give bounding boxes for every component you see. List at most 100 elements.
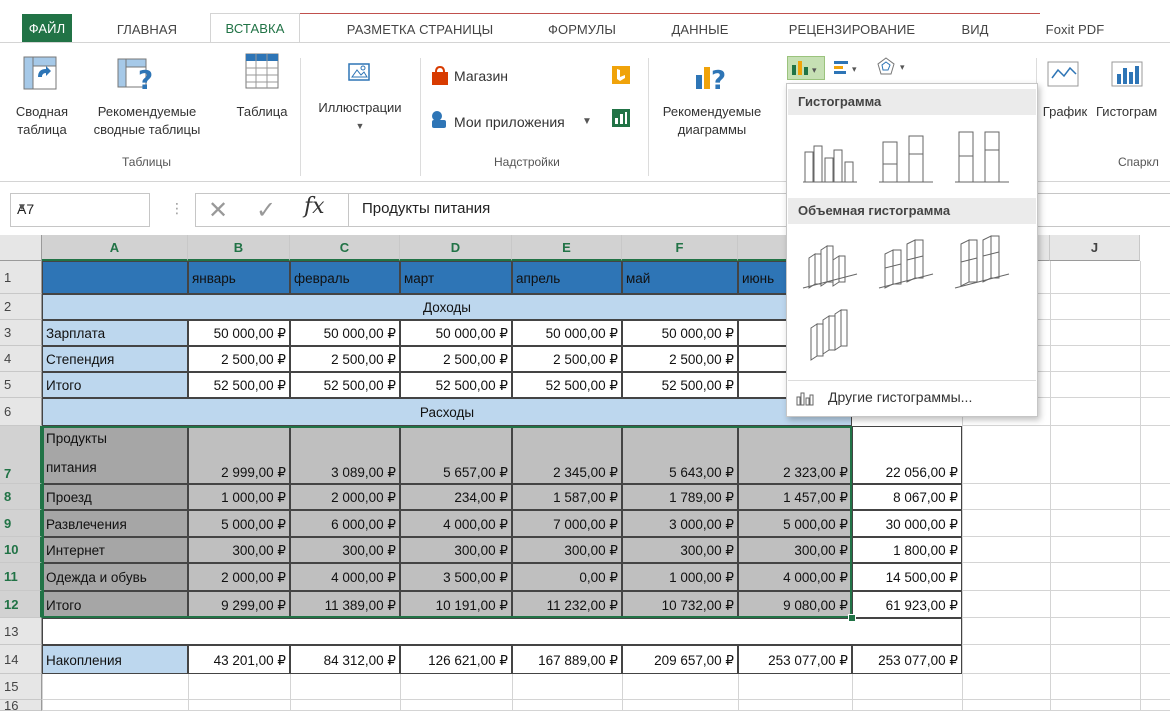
row-header-2[interactable]: 2 <box>0 294 42 320</box>
row-header-12[interactable]: 12 <box>0 591 42 618</box>
my-apps-icon[interactable] <box>430 109 450 129</box>
formula-input[interactable]: Продукты питания <box>362 200 490 217</box>
expense-title: Расходы <box>42 398 852 426</box>
table-icon[interactable] <box>244 52 280 92</box>
income-value: 50 000,00 ₽ <box>622 320 738 346</box>
people-graph-icon[interactable] <box>612 109 630 127</box>
tab-data[interactable]: ДАННЫЕ <box>660 18 740 42</box>
radar-chart-dropdown-icon[interactable]: ▾ <box>876 56 916 78</box>
row-header-7[interactable]: 7 <box>0 426 42 484</box>
column-chart-dropdown-button[interactable]: ▾ <box>787 56 825 80</box>
recommended-pivot-label-1: Рекомендуемые <box>97 104 197 119</box>
tab-review[interactable]: РЕЦЕНЗИРОВАНИЕ <box>764 18 940 42</box>
column-header-a[interactable]: A <box>42 235 188 261</box>
column-header-e[interactable]: E <box>512 235 622 261</box>
svg-text:▾: ▾ <box>852 65 857 75</box>
expense-value: 1 587,00 ₽ <box>512 484 622 510</box>
stacked-column-option[interactable] <box>877 128 935 186</box>
store-button[interactable]: Магазин <box>454 67 508 85</box>
my-apps-dropdown-icon[interactable]: ▼ <box>582 113 592 131</box>
insert-function-icon[interactable]: fx <box>304 194 325 219</box>
line-sparkline-icon[interactable] <box>1046 58 1082 90</box>
row-header-8[interactable]: 8 <box>0 484 42 510</box>
column-sparkline-icon[interactable] <box>1110 58 1146 90</box>
column-header-b[interactable]: B <box>188 235 290 261</box>
gridline <box>962 536 1170 537</box>
illustrations-button[interactable]: Иллюстрации ▼ <box>304 99 416 135</box>
expense-value: 10 732,00 ₽ <box>622 591 738 618</box>
3d-clustered-column-option[interactable] <box>801 232 859 290</box>
recommended-charts-label-1: Рекомендуемые <box>662 104 762 119</box>
income-value: 2 500,00 ₽ <box>400 346 512 372</box>
more-column-charts-link[interactable]: Другие гистограммы... <box>788 384 1036 410</box>
illustrations-icon[interactable] <box>346 58 374 86</box>
pivot-table-label-2: таблица <box>17 122 67 137</box>
row-header-9[interactable]: 9 <box>0 510 42 537</box>
gridline <box>1050 261 1051 711</box>
svg-text:▾: ▾ <box>812 66 817 76</box>
column-header-f[interactable]: F <box>622 235 738 261</box>
tab-formulas[interactable]: ФОРМУЛЫ <box>530 18 634 42</box>
tab-home[interactable]: ГЛАВНАЯ <box>100 18 194 42</box>
expense-value: 0,00 ₽ <box>512 563 622 591</box>
row-header-3[interactable]: 3 <box>0 320 42 346</box>
recommended-charts-icon[interactable]: ? <box>692 55 732 96</box>
name-box[interactable]: A7 ▼ <box>10 193 150 227</box>
table-button[interactable]: Таблица <box>226 103 298 121</box>
clustered-column-option[interactable] <box>801 128 859 186</box>
formula-bar-grip-icon: ⋮ <box>170 200 184 216</box>
recommended-charts-button[interactable]: Рекомендуемые диаграммы <box>652 103 772 139</box>
pivot-table-button[interactable]: Сводная таблица <box>2 103 82 139</box>
row-header-16[interactable]: 16 <box>0 699 42 712</box>
fill-handle[interactable] <box>848 614 856 622</box>
row-header-13[interactable]: 13 <box>0 618 42 645</box>
line-sparkline-button[interactable]: График <box>1040 103 1090 121</box>
row-header-5[interactable]: 5 <box>0 372 42 398</box>
column-header-d[interactable]: D <box>400 235 512 261</box>
expense-value: 1 457,00 ₽ <box>738 484 852 510</box>
tab-page-layout[interactable]: РАЗМЕТКА СТРАНИЦЫ <box>320 18 520 42</box>
100-stacked-column-option[interactable] <box>953 128 1011 186</box>
month-header: март <box>400 261 512 294</box>
gridline <box>852 674 853 711</box>
tab-view[interactable]: ВИД <box>950 18 1000 42</box>
column-sparkline-button[interactable]: Гистограм <box>1096 103 1170 121</box>
column-header-c[interactable]: C <box>290 235 400 261</box>
row-header-1[interactable]: 1 <box>0 261 42 294</box>
row-header-4[interactable]: 4 <box>0 346 42 372</box>
income-value: 52 500,00 ₽ <box>290 372 400 398</box>
tab-insert[interactable]: ВСТАВКА <box>210 13 300 44</box>
tab-file[interactable]: ФАЙЛ <box>22 14 72 42</box>
pivot-table-icon[interactable] <box>22 55 58 91</box>
row-header-10[interactable]: 10 <box>0 537 42 563</box>
3d-stacked-column-option[interactable] <box>877 232 935 290</box>
recommended-charts-label-2: диаграммы <box>677 122 747 137</box>
income-label: Зарплата <box>42 320 188 346</box>
store-icon[interactable] <box>430 65 450 86</box>
3d-column-option[interactable] <box>801 306 859 364</box>
name-box-dropdown-icon[interactable]: ▼ <box>17 202 139 213</box>
row-header-6[interactable]: 6 <box>0 398 42 426</box>
my-apps-button[interactable]: Мои приложения <box>454 113 565 131</box>
row-header-11[interactable]: 11 <box>0 563 42 591</box>
tab-foxit-pdf[interactable]: Foxit PDF <box>1030 18 1120 42</box>
savings-value: 167 889,00 ₽ <box>512 645 622 674</box>
3d-100-stacked-column-option[interactable] <box>953 232 1011 290</box>
cancel-icon[interactable]: ✕ <box>208 196 228 225</box>
expense-value: 11 389,00 ₽ <box>290 591 400 618</box>
row-header-14[interactable]: 14 <box>0 645 42 674</box>
expense-value: 2 345,00 ₽ <box>512 426 622 484</box>
recommended-pivot-button[interactable]: Рекомендуемые сводные таблицы <box>88 103 206 139</box>
bing-icon[interactable] <box>612 66 630 84</box>
expense-value: 300,00 ₽ <box>738 537 852 563</box>
group-label-tables: Таблицы <box>122 155 172 169</box>
gridline <box>962 509 1170 510</box>
recommended-pivot-icon[interactable]: ? <box>116 55 156 96</box>
select-all-corner[interactable] <box>0 235 42 261</box>
row-header-15[interactable]: 15 <box>0 674 42 700</box>
bar-chart-dropdown-icon[interactable]: ▾ <box>832 58 866 78</box>
enter-icon[interactable]: ✓ <box>256 196 276 225</box>
expense-value: 6 000,00 ₽ <box>290 510 400 537</box>
gridline <box>962 644 1170 645</box>
column-header-j[interactable]: J <box>1050 235 1140 261</box>
